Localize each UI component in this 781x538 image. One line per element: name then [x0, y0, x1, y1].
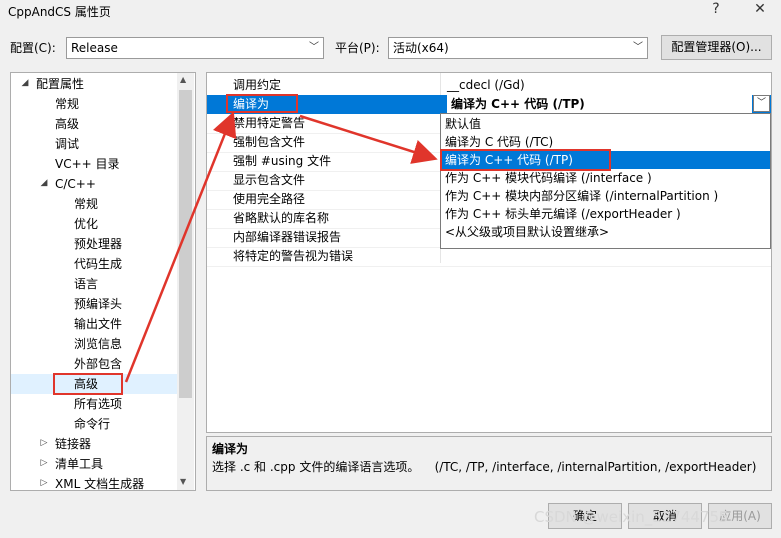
annotation-arrows	[124, 111, 438, 383]
watermark: CSDN @weixin_52744755	[534, 508, 729, 526]
annotation-arrow-1	[124, 111, 237, 383]
annotation-arrow-2	[299, 114, 438, 164]
